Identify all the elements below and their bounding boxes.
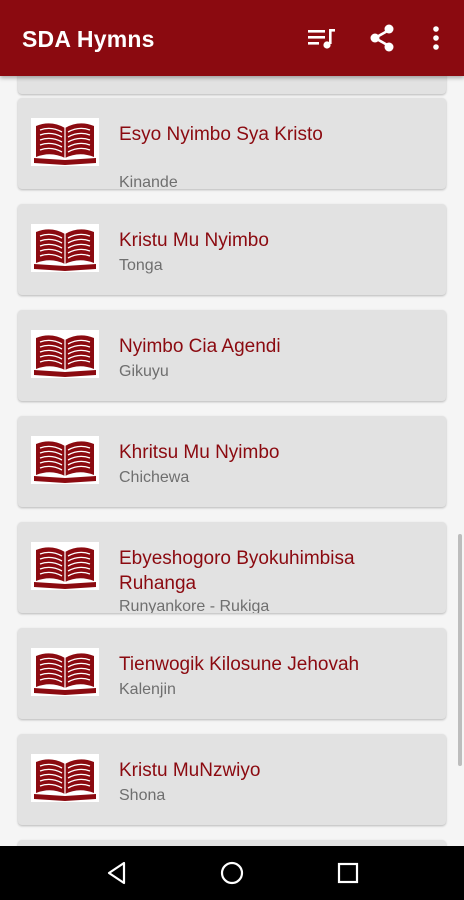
app-bar: SDA Hymns: [0, 0, 464, 76]
hymnal-name: Esyo Nyimbo Sya Kristo: [119, 124, 323, 145]
system-nav-bar: [0, 846, 464, 900]
hymnal-language: Runyankore - Rukiga: [119, 598, 270, 613]
hymnal-name: Ebyeshogoro Byokuhimbisa Ruhanga: [119, 548, 355, 594]
book-icon: [31, 436, 99, 484]
share-icon[interactable]: [366, 22, 398, 54]
hymnal-name: Khritsu Mu Nyimbo: [119, 442, 280, 463]
playlist-icon[interactable]: [305, 22, 337, 54]
hymnal-language: Gikuyu: [119, 363, 169, 380]
book-icon: [31, 648, 99, 696]
list-item[interactable]: Esyo Nyimbo Sya Kristo Kinande: [18, 98, 446, 189]
book-icon: [31, 224, 99, 272]
hymnal-language: Kinande: [119, 174, 178, 189]
list-item[interactable]: Tienwogik Kilosune Jehovah Kalenjin: [18, 628, 446, 719]
hymnal-name: Kristu MuNzwiyo: [119, 760, 261, 781]
list-item[interactable]: Nyimbo Cia Agendi Gikuyu: [18, 310, 446, 401]
home-icon[interactable]: [217, 858, 247, 888]
app-title: SDA Hymns: [22, 26, 155, 52]
more-vert-icon[interactable]: [420, 22, 452, 54]
hymnal-name: Nyimbo Cia Agendi: [119, 336, 281, 357]
list-item-partial[interactable]: [18, 76, 446, 94]
hymnal-list[interactable]: Esyo Nyimbo Sya Kristo Kinande Kristu Mu…: [0, 76, 464, 846]
hymnal-language: Kalenjin: [119, 681, 176, 698]
hymnal-name: Tienwogik Kilosune Jehovah: [119, 654, 360, 675]
book-icon: [31, 542, 99, 590]
back-icon[interactable]: [102, 858, 132, 888]
scrollbar[interactable]: [458, 534, 462, 766]
hymnal-language: Tonga: [119, 257, 163, 274]
hymnal-name: Kristu Mu Nyimbo: [119, 230, 269, 251]
book-icon: [31, 118, 99, 166]
hymnal-language: Shona: [119, 787, 166, 804]
hymnal-language: Chichewa: [119, 469, 190, 486]
recents-icon[interactable]: [333, 858, 363, 888]
list-item[interactable]: Kristu Mu Nyimbo Tonga: [18, 204, 446, 295]
list-item[interactable]: Khritsu Mu Nyimbo Chichewa: [18, 416, 446, 507]
book-icon: [31, 754, 99, 802]
list-item[interactable]: Kristu MuNzwiyo Shona: [18, 734, 446, 825]
book-icon: [31, 330, 99, 378]
list-item[interactable]: Ebyeshogoro Byokuhimbisa Ruhanga Runyank…: [18, 522, 446, 613]
